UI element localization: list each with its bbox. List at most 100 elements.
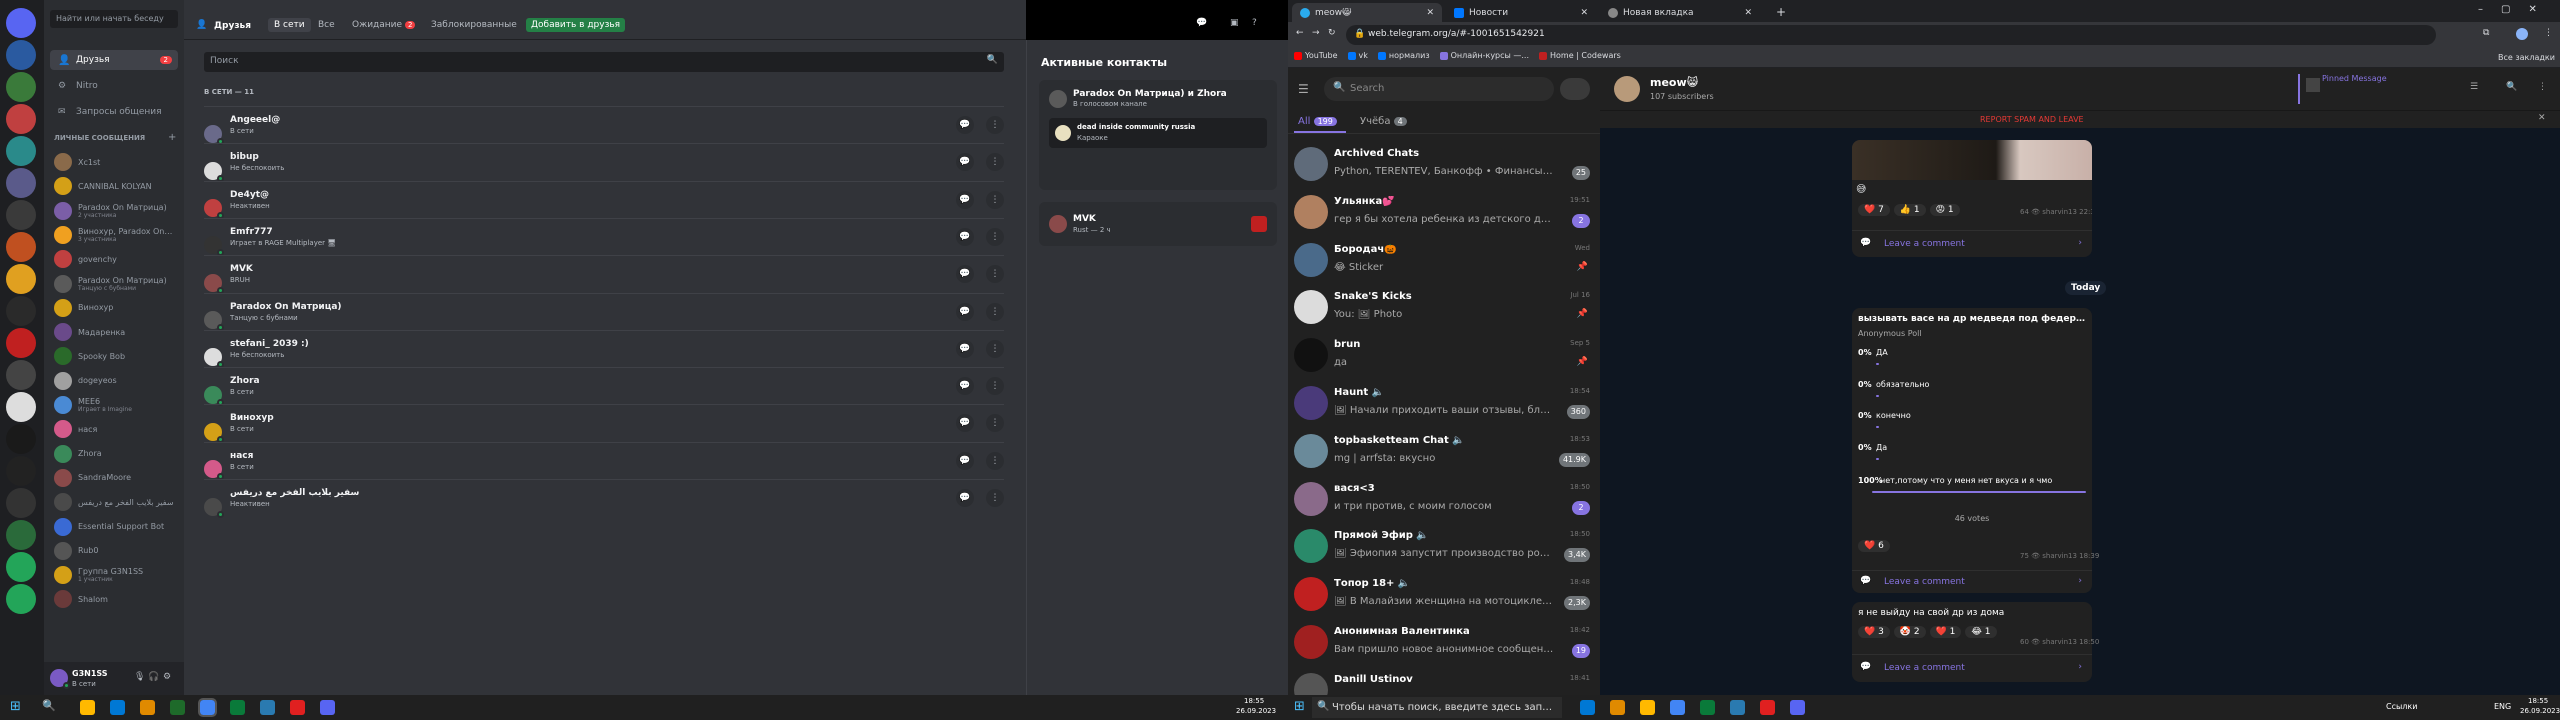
chat-item[interactable]: brun да Sep 5 📌 <box>1288 331 1600 379</box>
poll-reaction[interactable]: ❤️ 6 <box>1858 540 1894 552</box>
reaction-chip[interactable]: 😂 1 <box>1965 626 1997 638</box>
reaction-chip[interactable]: ❤️ 1 <box>1929 626 1962 638</box>
reaction-chip[interactable]: 👍 1 <box>1893 204 1926 216</box>
taskbar-app-icon[interactable] <box>170 700 185 715</box>
channel-search-icon[interactable]: 🔍 <box>2506 82 2517 92</box>
dm-item[interactable]: нася <box>50 417 178 441</box>
profile-icon[interactable] <box>2516 28 2528 40</box>
all-bookmarks[interactable]: Все закладки <box>2498 53 2555 62</box>
chat-item[interactable]: Ульянка💕 гер я бы хотела ребенка из детск… <box>1288 188 1600 236</box>
taskbar-app-icon[interactable] <box>1610 700 1625 715</box>
taskbar-app-icon[interactable] <box>80 700 95 715</box>
windows-start-icon[interactable]: ⊞ <box>10 699 21 714</box>
reaction-chip[interactable]: ❤️ 3 <box>1858 626 1890 638</box>
active-card-voice[interactable]: Paradox On Матрица) и Zhora В голосовом … <box>1039 80 1277 190</box>
taskbar-app-icon[interactable] <box>260 700 275 715</box>
friend-row[interactable]: De4yt@ Неактивен 💬 ⋮ <box>204 180 1004 220</box>
channel-avatar[interactable] <box>1614 76 1640 102</box>
windows-start-icon[interactable]: ⊞ <box>1294 699 1305 714</box>
server-icon[interactable] <box>6 168 36 198</box>
forward-icon[interactable]: → <box>1312 28 1320 38</box>
tab-close-icon[interactable]: ✕ <box>1426 8 1434 18</box>
server-icon[interactable] <box>6 520 36 550</box>
chat-item[interactable]: Haunt 🔈 🖼 Начали приходить ваши отзывы, б… <box>1288 379 1600 427</box>
taskbar-app-icon[interactable] <box>1670 700 1685 715</box>
more-options-icon[interactable]: ⋮ <box>986 377 1004 396</box>
server-icon[interactable] <box>6 136 36 166</box>
chat-item[interactable]: Snake'S Kicks You: 🖼 Photo Jul 16 📌 <box>1288 283 1600 331</box>
nav-requests[interactable]: ✉ Запросы общения <box>50 102 178 122</box>
server-icon[interactable] <box>6 8 36 38</box>
friend-row[interactable]: Zhora В сети 💬 ⋮ <box>204 367 1004 406</box>
server-icon[interactable] <box>6 552 36 582</box>
report-spam-button[interactable]: REPORT SPAM AND LEAVE <box>1980 115 2084 124</box>
user-avatar[interactable] <box>50 669 70 689</box>
bookmark-item[interactable]: Онлайн-курсы —... <box>1439 51 1529 60</box>
message-icon[interactable]: 💬 <box>956 414 974 433</box>
dm-item[interactable]: Essential Support Bot <box>50 515 178 539</box>
reaction-chip[interactable]: ❤️ 7 <box>1858 204 1890 216</box>
message-icon[interactable]: 💬 <box>956 265 974 284</box>
message-icon[interactable]: 💬 <box>956 116 974 134</box>
taskbar-app-icon[interactable] <box>1730 700 1745 715</box>
dm-item[interactable]: سفیر بلایب الفخر مع دریفس <box>50 490 178 514</box>
msg3-comment-button[interactable]: 💬 Leave a comment › <box>1852 654 2092 680</box>
server-icon[interactable] <box>6 392 36 422</box>
chat-item[interactable]: topbasketteam Chat 🔈 mg | arrfsta: вкусно… <box>1288 427 1600 475</box>
server-icon[interactable] <box>6 328 36 358</box>
taskbar-app-icon[interactable] <box>198 698 217 717</box>
tab-pending[interactable]: Ожидание 2 <box>352 20 416 30</box>
chat-item[interactable]: Бородач🎃 😂 Sticker Wed 📌 <box>1288 236 1600 284</box>
channel-menu-icon[interactable]: ⋮ <box>2538 82 2547 92</box>
menu-icon[interactable]: ⋮ <box>2544 28 2553 38</box>
friend-row[interactable]: Paradox On Матрица) Танцую с бубнами 💬 ⋮ <box>204 292 1004 331</box>
chat-item[interactable]: Анонимная Валентинка Вам пришло новое ано… <box>1288 618 1600 666</box>
dm-item[interactable]: Xc1st <box>50 150 178 174</box>
message-icon[interactable]: 💬 <box>956 153 974 172</box>
server-icon[interactable] <box>6 360 36 390</box>
tab-news[interactable]: Новости ✕ <box>1446 3 1596 22</box>
pin-list-icon[interactable]: ☰ <box>2470 82 2478 92</box>
dm-item[interactable]: Мадаренка <box>50 320 178 344</box>
reload-icon[interactable]: ↻ <box>1328 28 1336 38</box>
poll-comment-button[interactable]: 💬 Leave a comment › <box>1852 570 2092 593</box>
dm-search-input[interactable]: Найти или начать беседу <box>50 10 178 28</box>
server-icon[interactable] <box>6 296 36 326</box>
more-options-icon[interactable]: ⋮ <box>986 227 1004 246</box>
new-group-icon[interactable]: 💬 <box>1196 18 1207 28</box>
more-options-icon[interactable]: ⋮ <box>986 265 1004 284</box>
dm-item[interactable]: Zhora <box>50 442 178 466</box>
folder-tab-study[interactable]: Учёба 4 <box>1360 116 1407 127</box>
dm-item[interactable]: MEE6 Играет в Imagine <box>50 393 178 417</box>
message-icon[interactable]: 💬 <box>956 190 974 209</box>
server-icon[interactable] <box>6 488 36 518</box>
add-dm-icon[interactable]: + <box>168 132 176 143</box>
taskbar-lang[interactable]: ENG <box>2494 702 2511 711</box>
server-icon[interactable] <box>6 232 36 262</box>
bookmark-item[interactable]: нормализ <box>1377 51 1430 60</box>
nav-nitro[interactable]: ⚙ Nitro <box>50 76 178 96</box>
more-options-icon[interactable]: ⋮ <box>986 190 1004 209</box>
chat-item[interactable]: вася<3 и три против, с моим голосом 18:50 2 <box>1288 475 1600 523</box>
inbox-icon[interactable]: ▣ <box>1230 18 1239 28</box>
server-icon[interactable] <box>6 200 36 230</box>
story-avatars[interactable] <box>1560 78 1590 100</box>
mic-icon[interactable]: 🎙 <box>134 672 145 682</box>
tab-close-icon[interactable]: ✕ <box>1744 8 1752 18</box>
window-controls[interactable]: –▢✕ <box>2478 4 2555 15</box>
settings-icon[interactable]: ⚙ <box>163 672 171 682</box>
dm-item[interactable]: Spooky Bob <box>50 344 178 368</box>
poll-votes[interactable]: 46 votes <box>1852 514 2092 523</box>
back-icon[interactable]: ← <box>1296 28 1304 38</box>
bookmark-item[interactable]: Home | Codewars <box>1539 51 1621 60</box>
tab-blocked[interactable]: Заблокированные <box>431 20 517 30</box>
dm-item[interactable]: SandraMoore <box>50 466 178 490</box>
friend-row[interactable]: MVK BRUH 💬 ⋮ <box>204 255 1004 294</box>
more-options-icon[interactable]: ⋮ <box>986 302 1004 321</box>
pinned-bar[interactable]: Pinned Message <box>2298 74 2418 104</box>
bookmark-item[interactable]: YouTube <box>1294 51 1338 60</box>
server-icon[interactable] <box>6 72 36 102</box>
tab-close-icon[interactable]: ✕ <box>1580 8 1588 18</box>
message-icon[interactable]: 💬 <box>956 377 974 396</box>
taskbar-app-icon[interactable] <box>1580 700 1595 715</box>
